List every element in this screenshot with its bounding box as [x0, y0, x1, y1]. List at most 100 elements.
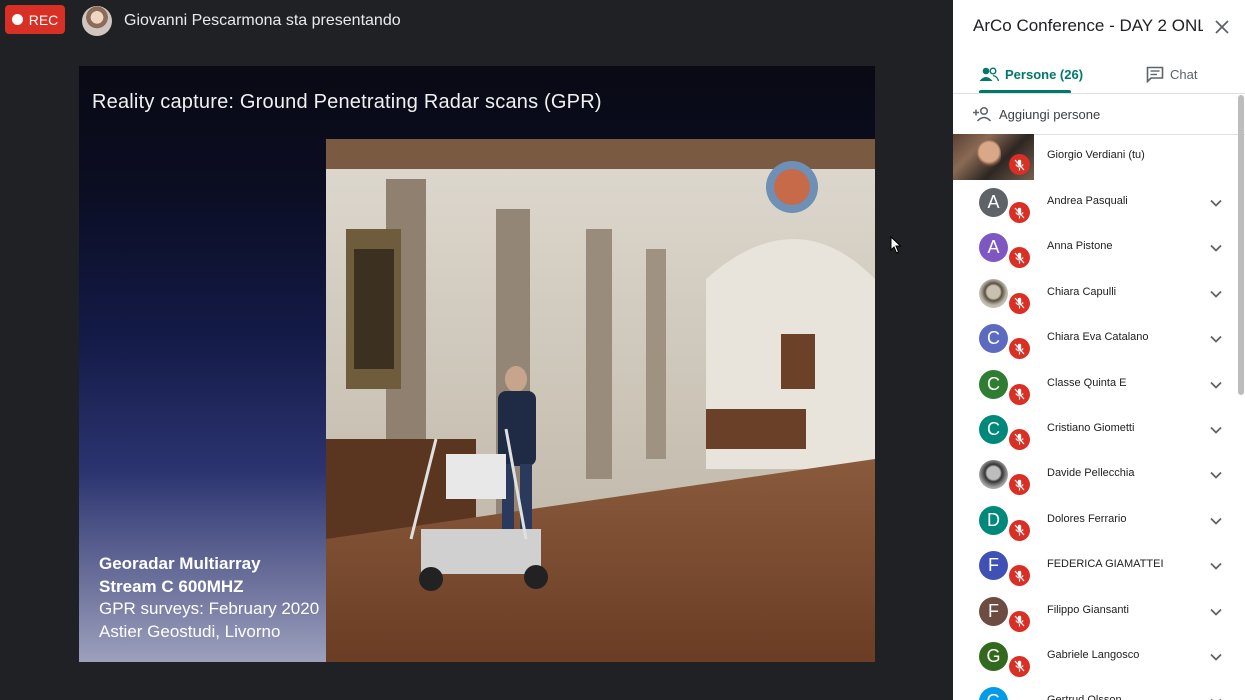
- participant-name: Anna Pistone: [1047, 240, 1113, 253]
- participant-name: Chiara Capulli: [1047, 285, 1117, 298]
- mic-off-icon: [1014, 570, 1025, 582]
- participant-name: FEDERICA GIAMATTEI: [1047, 558, 1164, 571]
- participant-name: Davide Pellecchia: [1047, 467, 1135, 480]
- participant-row[interactable]: A Andrea Pasquali: [953, 180, 1237, 225]
- caption-line: Georadar Multiarray: [99, 554, 261, 573]
- chevron-down-icon: [1210, 199, 1222, 207]
- chevron-down-icon: [1210, 472, 1222, 480]
- caption-line: Stream C 600MHZ: [99, 576, 244, 596]
- panel-title: ArCo Conference - DAY 2 ONLINE: [973, 16, 1203, 35]
- mouse-cursor-icon: [890, 236, 902, 254]
- participant-name: Gertrud Olsson: [1047, 694, 1122, 700]
- chevron-down-icon: [1210, 608, 1222, 616]
- participant-options-button[interactable]: [1207, 466, 1225, 484]
- mic-off-icon: [1014, 207, 1025, 218]
- mic-off-icon: [1014, 252, 1025, 264]
- participant-row[interactable]: F Filippo Giansanti: [953, 589, 1237, 634]
- participant-options-button[interactable]: [1207, 421, 1225, 439]
- chevron-down-icon: [1210, 245, 1222, 253]
- people-icon: [979, 67, 999, 82]
- recording-badge: REC: [5, 5, 65, 34]
- record-dot-icon: [11, 14, 23, 25]
- mic-muted-badge: [1009, 383, 1030, 405]
- participant-row[interactable]: C Classe Quinta E: [953, 362, 1237, 407]
- mic-off-icon: [1014, 343, 1025, 355]
- participant-row[interactable]: C Cristiano Giometti: [953, 407, 1237, 452]
- participant-name: Cristiano Giometti: [1047, 421, 1135, 434]
- chevron-down-icon: [1210, 290, 1222, 298]
- avatar: F: [979, 596, 1008, 626]
- participant-row[interactable]: G Gabriele Langosco: [953, 634, 1237, 679]
- participant-row[interactable]: Chiara Capulli: [953, 271, 1237, 316]
- scrollbar[interactable]: [1238, 95, 1244, 395]
- mic-off-icon: [1014, 661, 1025, 672]
- participant-row[interactable]: D Dolores Ferrario: [953, 498, 1237, 543]
- close-icon: [1215, 20, 1229, 34]
- mic-muted-badge: [1009, 519, 1030, 541]
- participant-options-button[interactable]: [1207, 603, 1225, 621]
- add-people-button[interactable]: Aggiungi persone: [973, 103, 1100, 125]
- participant-row[interactable]: F FEDERICA GIAMATTEI: [953, 543, 1237, 588]
- recording-label: REC: [28, 11, 59, 28]
- mic-off-icon: [1014, 615, 1025, 627]
- participant-row[interactable]: C Chiara Eva Catalano: [953, 316, 1237, 361]
- presentation-stage: REC Giovanni Pescarmona sta presentando …: [0, 0, 953, 700]
- participant-list: Giorgio Verdiani (tu) A Andrea Pasquali A An…: [953, 134, 1237, 700]
- mic-off-icon: [1014, 159, 1025, 170]
- participant-options-button[interactable]: [1207, 239, 1225, 257]
- church-interior-photo: [326, 139, 875, 662]
- tab-people[interactable]: Persone (26): [979, 54, 1083, 94]
- mic-off-icon: [1014, 388, 1025, 400]
- add-person-icon: [973, 106, 992, 122]
- mic-muted-badge: [1009, 655, 1030, 677]
- mic-muted-badge: [1009, 338, 1030, 360]
- avatar: G: [979, 687, 1008, 700]
- participant-options-button[interactable]: [1207, 693, 1225, 700]
- caption-line: GPR surveys: February 2020: [99, 599, 320, 618]
- chevron-down-icon: [1210, 381, 1222, 389]
- chevron-down-icon: [1210, 562, 1222, 570]
- avatar: F: [979, 551, 1008, 581]
- participant-options-button[interactable]: [1207, 512, 1225, 530]
- tab-chat[interactable]: Chat: [1146, 54, 1197, 94]
- mic-off-icon: [1014, 434, 1025, 445]
- close-panel-button[interactable]: [1211, 16, 1233, 38]
- participant-options-button[interactable]: [1207, 557, 1225, 575]
- mic-off-icon: [1014, 297, 1025, 309]
- side-panel: ArCo Conference - DAY 2 ONLINE Persone (…: [953, 0, 1245, 700]
- participant-options-button[interactable]: [1207, 330, 1225, 348]
- mic-muted-badge: [1009, 202, 1030, 223]
- mic-muted-badge: [1009, 610, 1030, 632]
- presenter-avatar: [82, 6, 112, 36]
- presenter-status: Giovanni Pescarmona sta presentando: [124, 12, 401, 29]
- participant-row[interactable]: A Anna Pistone: [953, 225, 1237, 270]
- mic-muted-badge: [1009, 292, 1030, 314]
- avatar: [979, 278, 1008, 308]
- participant-name: Gabriele Langosco: [1047, 648, 1140, 661]
- tab-chat-label: Chat: [1170, 66, 1198, 82]
- chevron-down-icon: [1210, 426, 1222, 434]
- participant-name: Filippo Giansanti: [1047, 603, 1129, 616]
- chevron-down-icon: [1210, 517, 1222, 525]
- slide-title: Reality capture: Ground Penetrating Rada…: [92, 91, 602, 113]
- active-tab-indicator: [979, 90, 1071, 93]
- participant-row[interactable]: Davide Pellecchia: [953, 452, 1237, 497]
- participant-name: Chiara Eva Catalano: [1047, 331, 1149, 344]
- mic-muted-badge: [1009, 474, 1030, 496]
- mic-off-icon: [1014, 524, 1025, 536]
- tab-people-label: Persone (26): [1005, 66, 1084, 82]
- participant-row[interactable]: G Gertrud Olsson: [953, 679, 1237, 700]
- chat-icon: [1146, 66, 1164, 83]
- shared-slide: Reality capture: Ground Penetrating Rada…: [79, 66, 875, 662]
- participant-options-button[interactable]: [1207, 376, 1225, 394]
- participant-options-button[interactable]: [1207, 648, 1225, 666]
- mic-off-icon: [1014, 479, 1025, 491]
- add-people-label: Aggiungi persone: [999, 106, 1101, 122]
- participant-options-button[interactable]: [1207, 285, 1225, 303]
- participant-row[interactable]: Giorgio Verdiani (tu): [953, 134, 1237, 180]
- chevron-down-icon: [1210, 336, 1222, 343]
- participant-name: Andrea Pasquali: [1047, 195, 1128, 207]
- participant-options-button[interactable]: [1207, 194, 1225, 212]
- participant-name: Giorgio Verdiani (tu): [1047, 149, 1145, 161]
- avatar: A: [979, 233, 1008, 263]
